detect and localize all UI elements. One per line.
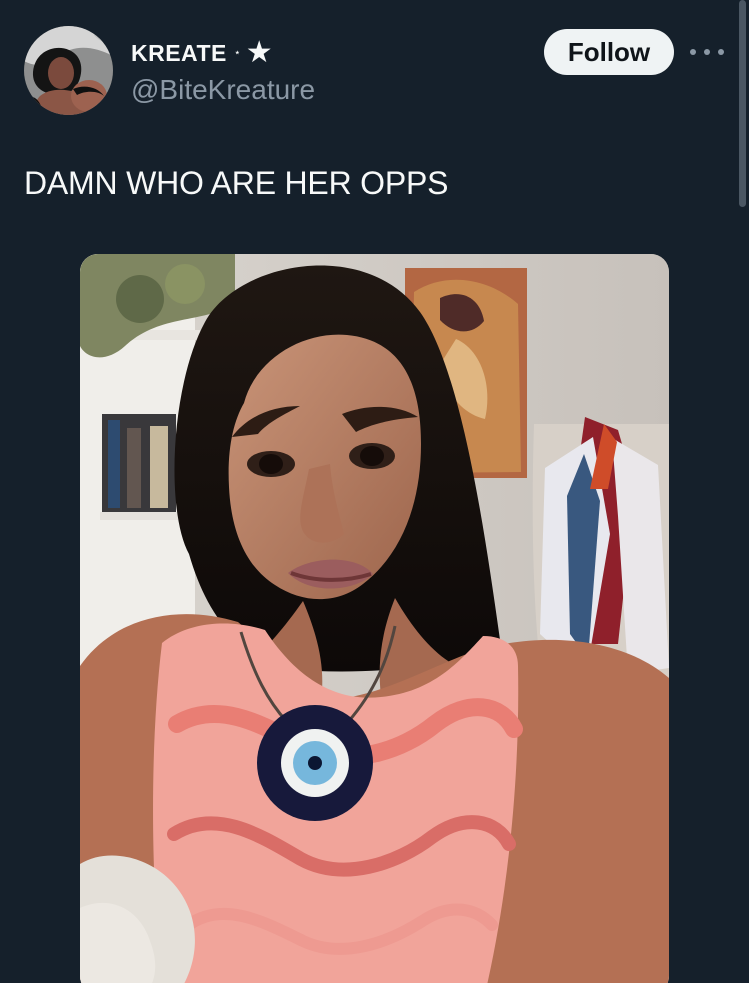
photo-icon: [80, 254, 669, 983]
name-row: KREATE ⋆ ★: [131, 36, 315, 70]
scrollbar[interactable]: [739, 0, 746, 207]
avatar[interactable]: [24, 26, 113, 115]
tweet-view: KREATE ⋆ ★ @BiteKreature Follow DAMN WHO…: [0, 0, 749, 983]
star-icon: ★: [245, 36, 273, 69]
more-dots-icon[interactable]: [690, 38, 724, 66]
dot: [690, 49, 696, 55]
dot: [704, 49, 710, 55]
display-name[interactable]: KREATE: [131, 40, 227, 67]
user-info: KREATE ⋆ ★ @BiteKreature: [131, 36, 315, 106]
user-handle[interactable]: @BiteKreature: [131, 74, 315, 106]
tweet-photo[interactable]: [80, 254, 669, 983]
sparkle-icon: ⋆: [233, 46, 241, 59]
avatar-photo-icon: [24, 26, 113, 115]
dot: [718, 49, 724, 55]
follow-button[interactable]: Follow: [544, 29, 674, 75]
tweet-text: DAMN WHO ARE HER OPPS: [24, 165, 449, 201]
